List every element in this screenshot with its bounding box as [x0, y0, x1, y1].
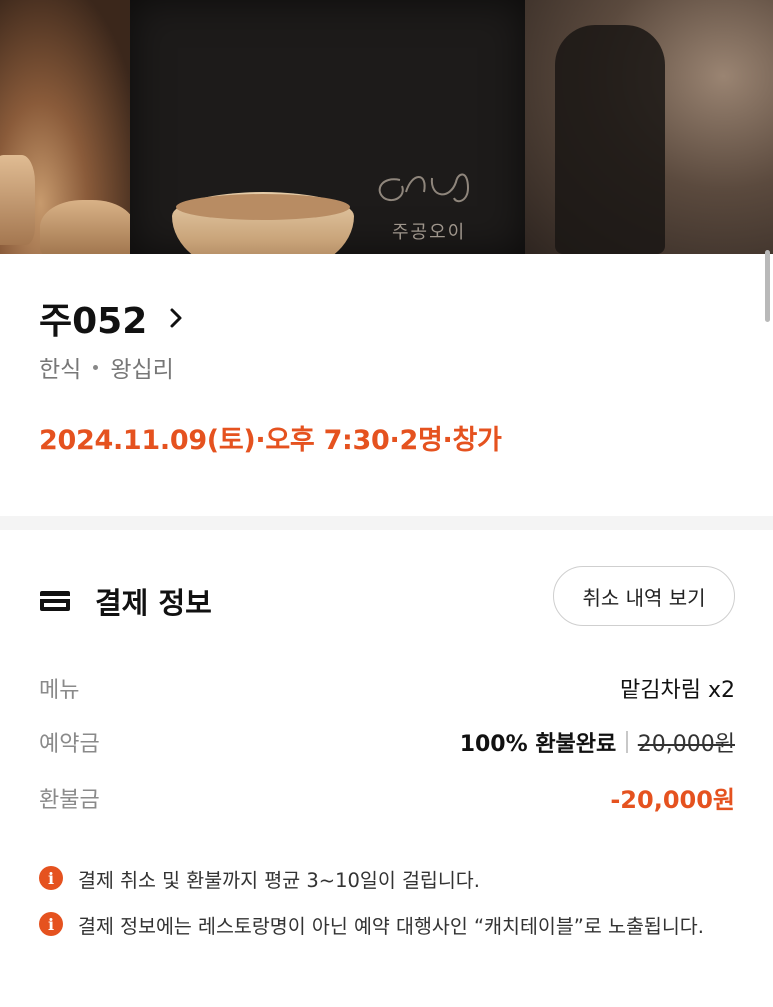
deposit-row: 예약금 100% 환불완료 20,000원: [39, 726, 735, 758]
menu-value: 맡김차림 x2: [620, 678, 735, 703]
chevron-right-icon: [170, 308, 182, 328]
refund-label: 환불금: [39, 787, 100, 813]
separator-dot: [93, 364, 99, 370]
restaurant-meta: 한식 왕십리: [39, 350, 174, 384]
section-divider: [0, 516, 773, 530]
restaurant-name: 주052: [39, 301, 148, 342]
restaurant-hero-image: 주공오이: [0, 0, 773, 254]
refund-amount: -20,000원: [610, 786, 735, 814]
notice-text: 결제 정보에는 레스토랑명이 아닌 예약 대행사인 “캐치테이블”로 노출됩니다…: [78, 915, 704, 938]
info-icon: i: [39, 866, 63, 890]
reservation-summary: 2024.11.09(토)·오후 7:30·2명·창가: [39, 425, 502, 456]
notice-item: i 결제 정보에는 레스토랑명이 아닌 예약 대행사인 “캐치테이블”로 노출됩…: [39, 910, 739, 944]
menu-row: 메뉴 맡김차림 x2: [39, 672, 735, 704]
refund-status: 100% 환불완료: [459, 732, 617, 757]
info-icon: i: [39, 912, 63, 936]
scrollbar[interactable]: [765, 250, 770, 322]
notice-text: 결제 취소 및 환불까지 평균 3~10일이 걸립니다.: [78, 869, 480, 892]
cancel-history-button[interactable]: 취소 내역 보기: [553, 566, 735, 626]
vertical-separator: [626, 731, 628, 753]
restaurant-title-link[interactable]: 주052: [39, 292, 187, 344]
refund-row: 환불금 -20,000원: [39, 780, 735, 815]
deposit-label: 예약금: [39, 732, 100, 757]
cuisine-label: 한식: [39, 357, 82, 383]
area-label: 왕십리: [110, 357, 174, 383]
logo-text: 주공오이: [392, 222, 467, 243]
payment-title: 결제 정보: [95, 586, 212, 620]
payment-header: 결제 정보: [39, 580, 212, 622]
menu-label: 메뉴: [39, 678, 80, 703]
notice-item: i 결제 취소 및 환불까지 평균 3~10일이 걸립니다.: [39, 864, 739, 898]
credit-card-icon: [40, 591, 70, 611]
original-deposit: 20,000원: [637, 732, 735, 757]
